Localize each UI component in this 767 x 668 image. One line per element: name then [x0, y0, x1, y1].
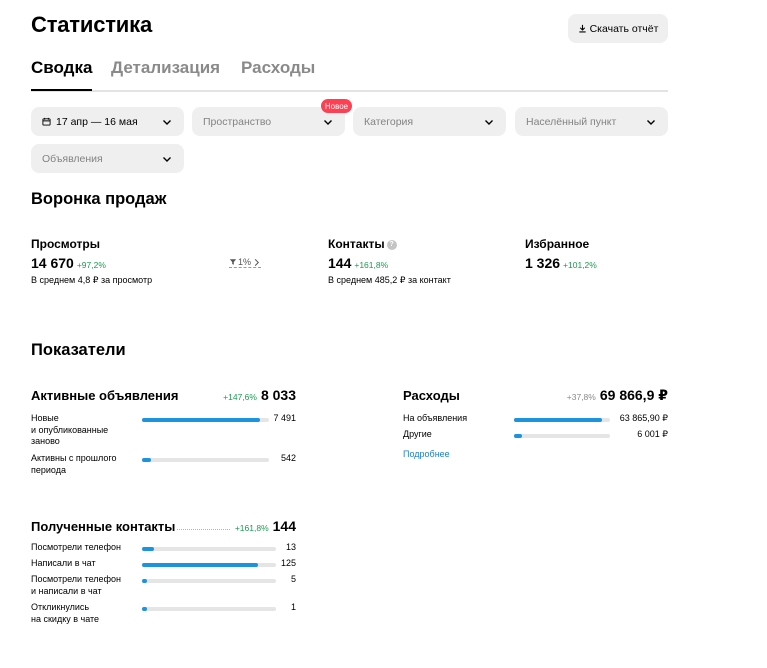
category-filter-label: Категория: [364, 115, 414, 128]
received-contacts-change: +161,8%: [234, 523, 269, 533]
contacts-value: 144: [328, 255, 352, 271]
active-ads-header: Активные объявления +147,6% 8 033: [31, 387, 296, 403]
space-filter[interactable]: Пространство: [192, 107, 345, 136]
active-ads-row-value: 542: [280, 453, 296, 463]
contacts-row-value: 125: [280, 558, 296, 568]
conversion-value: 1%: [238, 257, 252, 267]
favorites-value: 1 326: [525, 255, 561, 271]
contacts-metric: 144 +161,8%: [328, 255, 388, 273]
tab-expenses[interactable]: Расходы: [241, 58, 315, 78]
active-ads-title: Активные объявления: [31, 388, 179, 403]
contacts-row-label: Написали в чат: [31, 558, 96, 568]
expenses-row-value: 6 001 ₽: [637, 429, 668, 439]
contacts-row-label: Посмотрели телефон: [31, 542, 121, 552]
contacts-bar-fill: [142, 579, 148, 583]
page-title: Статистика: [31, 12, 152, 37]
new-badge: Новое: [321, 99, 352, 113]
ads-filter-label: Объявления: [42, 152, 103, 165]
expenses-header: Расходы +37,8% 69 866,9 ₽: [403, 387, 668, 404]
more-details-link[interactable]: Подробнее: [403, 449, 450, 459]
active-ads-row-label: Активны с прошлого периода: [31, 453, 117, 475]
chevron-down-icon: [324, 119, 332, 125]
expenses-bar-fill: [514, 434, 523, 438]
contacts-label-row: Контакты?: [328, 237, 397, 251]
contacts-row-value: 13: [285, 542, 296, 552]
expenses-bar: [514, 418, 610, 422]
active-ads-change: +147,6%: [223, 392, 257, 402]
space-filter-label: Пространство: [203, 115, 272, 128]
contacts-bar-fill: [142, 607, 148, 611]
active-ads-total: 8 033: [260, 387, 296, 403]
contacts-label: Контакты: [328, 237, 385, 251]
expenses-bar-fill: [514, 418, 602, 422]
expenses-title: Расходы: [403, 388, 460, 403]
chevron-down-icon: [163, 156, 171, 162]
active-ads-bar-fill: [142, 458, 151, 462]
city-filter-label: Населённый пункт: [526, 115, 617, 128]
funnel-title: Воронка продаж: [31, 190, 167, 208]
calendar-icon: [42, 117, 51, 126]
active-ads-row-label: Новые и опубликованные заново: [31, 413, 109, 446]
indicators-title: Показатели: [31, 341, 126, 359]
date-range-filter[interactable]: 17 апр — 16 мая: [31, 107, 184, 136]
contacts-row-label: Посмотрели телефон и написали в чат: [31, 574, 121, 596]
city-filter[interactable]: Населённый пункт: [515, 107, 668, 136]
contacts-row-label: Откликнулись на скидку в чате: [31, 602, 100, 624]
tab-bar: Сводка Детализация Расходы: [31, 58, 668, 92]
contacts-bar-fill: [142, 563, 259, 567]
contacts-note: В среднем 485,2 ₽ за контакт: [328, 275, 451, 285]
tab-details[interactable]: Детализация: [111, 58, 220, 78]
download-report-label: Скачать отчёт: [589, 22, 659, 35]
chevron-down-icon: [163, 119, 171, 125]
contacts-row-value: 1: [290, 602, 296, 612]
conversion-link[interactable]: 1%: [229, 257, 262, 268]
expenses-row-label: На объявления: [403, 413, 468, 423]
active-ads-bar-fill: [142, 418, 261, 422]
views-label: Просмотры: [31, 237, 101, 251]
tab-summary[interactable]: Сводка: [31, 58, 93, 91]
download-icon: [578, 24, 586, 33]
received-contacts-total: 144: [272, 518, 296, 534]
date-range-label: 17 апр — 16 мая: [56, 115, 138, 128]
expenses-total: 69 866,9 ₽: [599, 387, 668, 403]
views-value: 14 670: [31, 255, 74, 271]
download-report-button[interactable]: Скачать отчёт: [568, 14, 668, 43]
expenses-row-value: 63 865,90 ₽: [619, 413, 668, 423]
views-change: +97,2%: [76, 260, 106, 270]
favorites-metric: 1 326 +101,2%: [525, 255, 597, 273]
ads-filter[interactable]: Объявления: [31, 144, 184, 173]
chevron-down-icon: [647, 119, 655, 125]
category-filter[interactable]: Категория: [353, 107, 506, 136]
views-metric: 14 670 +97,2%: [31, 255, 106, 273]
dotted-leader: [177, 529, 230, 530]
expenses-change: +37,8%: [566, 392, 596, 402]
expenses-row-label: Другие: [403, 429, 432, 439]
help-icon[interactable]: ?: [386, 239, 397, 250]
contacts-change: +161,8%: [354, 260, 389, 270]
favorites-change: +101,2%: [563, 260, 597, 270]
received-contacts-header: Полученные контакты +161,8% 144: [31, 518, 296, 534]
favorites-label: Избранное: [525, 237, 590, 251]
received-contacts-title: Полученные контакты: [31, 519, 176, 534]
chevron-down-icon: [485, 119, 493, 125]
contacts-row-value: 5: [290, 574, 296, 584]
contacts-bar-fill: [142, 547, 155, 551]
views-note: В среднем 4,8 ₽ за просмотр: [31, 275, 153, 285]
chevron-right-icon: [254, 258, 260, 266]
funnel-icon: [229, 259, 237, 265]
expenses-bar: [514, 434, 610, 438]
active-ads-row-value: 7 491: [273, 413, 296, 423]
